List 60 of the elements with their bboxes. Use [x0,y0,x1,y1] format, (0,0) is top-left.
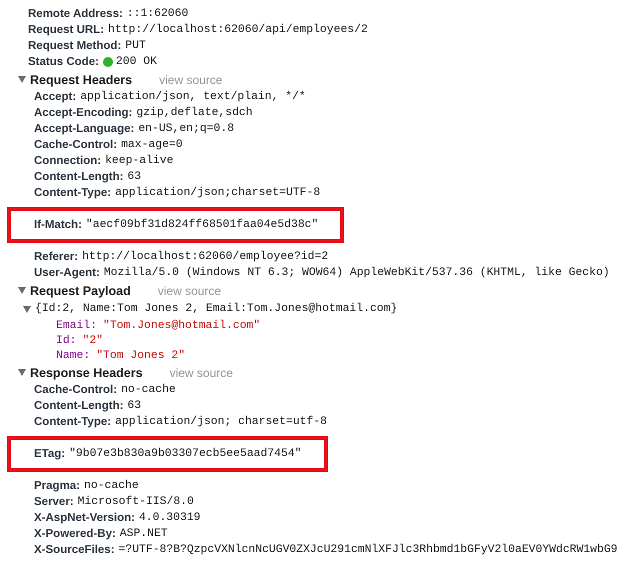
header-value: 63 [127,399,142,414]
header-value: 4.0.30319 [138,511,200,526]
header-name: Remote Address: [28,7,123,22]
property-name: Name: [56,348,90,364]
property-value: "Tom Jones 2" [96,348,186,364]
header-value: ASP.NET [120,527,168,542]
header-value: application/json, text/plain, */* [80,90,306,105]
header-value: "9b07e3b830a9b03307ecb5ee5aad7454" [69,446,302,462]
header-value: 200 OK [116,55,157,70]
header-value: http://localhost:62060/employee?id=2 [82,250,328,265]
property-name: Id: [56,334,77,348]
header-name: X-Powered-By: [34,527,116,542]
header-name: Content-Type: [34,186,112,201]
header-value: 63 [127,170,142,185]
section-title[interactable]: Response Headers [30,366,143,380]
disclosure-triangle-icon[interactable] [18,369,26,376]
property-value: "2" [82,334,104,348]
header-name: X-SourceFiles: [34,543,115,558]
header-value: max-age=0 [121,138,183,153]
property-value: "Tom.Jones@hotmail.com" [103,318,260,334]
property-name: Email: [56,318,98,334]
header-name: Content-Length: [34,170,124,185]
header-name: Accept-Language: [34,122,134,137]
header-value: no-cache [84,478,139,494]
header-name: User-Agent: [34,266,100,281]
header-value: PUT [125,39,146,54]
section-title[interactable]: Request Headers [30,72,132,86]
header-name: X-AspNet-Version: [34,511,135,526]
header-name: Connection: [34,154,102,169]
header-name: ETag: [34,447,66,462]
header-name: Request URL: [28,23,104,38]
header-value: gzip,deflate,sdch [136,106,253,121]
header-name: If-Match: [34,218,82,233]
header-name: Cache-Control: [34,138,118,153]
header-value: en-US,en;q=0.8 [138,122,234,137]
object-summary: {Id:2, Name:Tom Jones 2, Email:Tom.Jones@hotmail.com} [35,302,398,317]
header-value: application/json;charset=UTF-8 [115,186,320,201]
header-value: Mozilla/5.0 (Windows NT 6.3; WOW64) AppleWebKit/537.36 (KHTML, like Gecko) [104,266,610,281]
header-value: =?UTF-8?B?QzpcVXNlcnNcUGV0ZXJcU291cmNlXFJlc3Rhbmd1bGFyV2l0aEV0YWdcRW1wbG9 [118,542,618,558]
header-name: Referer: [34,250,78,265]
disclosure-triangle-icon[interactable] [18,76,26,83]
header-name: Accept: [34,90,76,105]
header-value: "aecf09bf31d824ff68501faa04e5d38c" [86,218,318,233]
header-name: Content-Type: [34,415,112,430]
header-name: Cache-Control: [34,383,118,398]
disclosure-triangle-icon[interactable] [18,287,26,294]
disclosure-triangle-icon[interactable] [23,306,31,312]
section-title[interactable]: Request Payload [30,284,131,298]
header-value: no-cache [121,382,176,398]
header-value: http://localhost:62060/api/employees/2 [108,22,368,38]
header-value: Microsoft-IIS/8.0 [78,494,194,510]
header-value: ::1:62060 [126,7,188,22]
header-name: Status Code: [28,55,99,70]
header-name: Content-Length: [34,399,124,414]
header-value: keep-alive [105,154,174,169]
header-value: application/json; charset=utf-8 [115,414,327,430]
header-name: Request Method: [28,39,122,54]
header-name: Pragma: [34,479,80,494]
header-name: Accept-Encoding: [34,106,132,121]
header-name: Server: [34,495,74,510]
